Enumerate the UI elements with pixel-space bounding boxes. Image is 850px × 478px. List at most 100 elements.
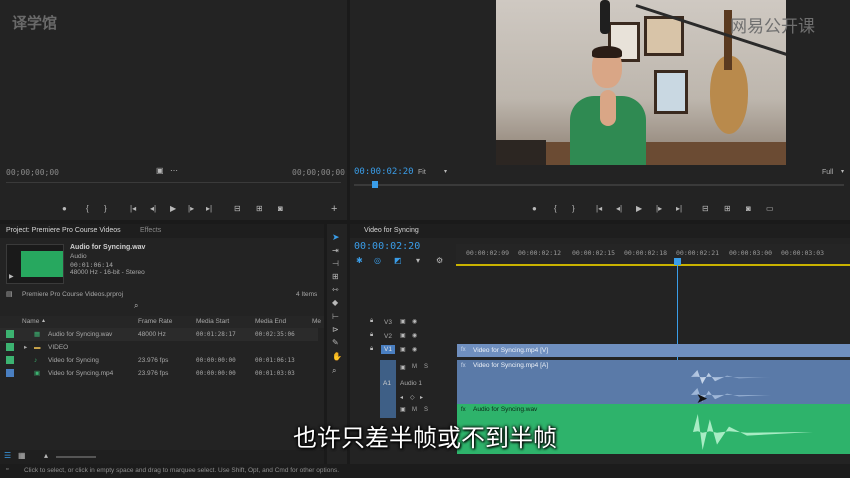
razor-tool-icon[interactable]: ◆ xyxy=(332,298,338,307)
slide-tool-icon[interactable]: ⊳ xyxy=(332,325,339,334)
quality-dropdown[interactable]: Full xyxy=(822,169,833,176)
mute-button[interactable]: M xyxy=(412,364,417,370)
go-to-out-icon[interactable]: ▸| xyxy=(206,204,212,213)
track-label-v2[interactable]: V2 xyxy=(384,333,392,340)
mark-in-icon[interactable]: { xyxy=(86,204,89,213)
label-swatch[interactable] xyxy=(6,356,14,364)
sync-lock-icon[interactable]: ▣ xyxy=(400,406,406,413)
col-media-end[interactable]: Media End xyxy=(255,318,286,325)
mark-out-icon[interactable]: } xyxy=(104,204,107,213)
prog-go-to-out-icon[interactable]: ▸| xyxy=(676,204,682,213)
prog-mark-in-icon[interactable]: { xyxy=(554,204,557,213)
track-label-v3[interactable]: V3 xyxy=(384,319,392,326)
col-name[interactable]: Name xyxy=(22,318,39,325)
solo-button[interactable]: S xyxy=(424,407,428,413)
label-swatch[interactable] xyxy=(6,369,14,377)
table-row[interactable]: ▦ Audio for Syncing.wav 48000 Hz 00:01:2… xyxy=(0,328,318,341)
work-area-bar[interactable] xyxy=(456,264,850,266)
play-icon[interactable]: ▶ xyxy=(170,204,176,213)
prog-marker-icon[interactable]: ● xyxy=(532,204,537,213)
selection-tool-icon[interactable]: ➤ xyxy=(332,232,340,243)
video-clip[interactable]: fx Video for Syncing.mp4 [V] xyxy=(457,344,850,357)
solo-button[interactable]: S xyxy=(424,364,428,370)
nest-icon[interactable]: ✱ xyxy=(356,256,363,265)
go-to-in-icon[interactable]: |◂ xyxy=(130,204,136,213)
lock-icon[interactable]: 🔒︎ xyxy=(370,332,373,339)
comparison-icon[interactable]: ▭ xyxy=(766,204,774,213)
eye-icon[interactable]: ◉ xyxy=(412,346,417,353)
slip-tool-icon[interactable]: ⊢ xyxy=(332,312,339,321)
fit-dropdown[interactable]: Fit xyxy=(418,169,426,176)
sort-chevron-up-icon[interactable]: ▴ xyxy=(42,317,45,324)
table-row[interactable]: ▸ ▬ VIDEO xyxy=(0,341,318,354)
step-back-icon[interactable]: ◂| xyxy=(150,204,156,213)
rolling-edit-tool-icon[interactable]: ⊞ xyxy=(332,272,339,281)
lock-icon[interactable]: 🔒︎ xyxy=(370,346,373,353)
program-timecode[interactable]: 00:00:02:20 xyxy=(354,167,414,177)
table-row[interactable]: ▣ Video for Syncing.mp4 23.976 fps 00:00… xyxy=(0,367,318,380)
program-timebar[interactable] xyxy=(354,184,844,186)
search-icon[interactable]: ⌕ xyxy=(134,301,138,311)
col-media-more[interactable]: Me xyxy=(312,318,321,325)
camera-icon[interactable]: ◙ xyxy=(746,204,751,213)
col-media-start[interactable]: Media Start xyxy=(196,318,229,325)
step-forward-icon[interactable]: |▸ xyxy=(188,204,194,213)
prog-step-back-icon[interactable]: ◂| xyxy=(616,204,622,213)
tab-sequence[interactable]: Video for Syncing xyxy=(358,224,425,238)
sync-lock-icon[interactable]: ▣ xyxy=(400,364,406,371)
lift-icon[interactable]: ⊟ xyxy=(702,204,709,213)
export-frame-icon[interactable]: ◙ xyxy=(278,204,283,213)
keyframe-add-icon[interactable]: ◇ xyxy=(410,394,415,401)
table-row[interactable]: ♪ Video for Syncing 23.976 fps 00:00:00:… xyxy=(0,354,318,367)
track-label-v1[interactable]: V1 xyxy=(381,345,395,354)
prog-step-forward-icon[interactable]: |▸ xyxy=(656,204,662,213)
prog-play-icon[interactable]: ▶ xyxy=(636,204,642,213)
prog-go-to-in-icon[interactable]: |◂ xyxy=(596,204,602,213)
mute-button[interactable]: M xyxy=(412,407,417,413)
keyframe-next-icon[interactable]: ▸ xyxy=(420,394,423,401)
add-button-icon[interactable]: + xyxy=(331,203,337,215)
lock-icon[interactable]: 🔒︎ xyxy=(370,318,373,325)
prog-mark-out-icon[interactable]: } xyxy=(572,204,575,213)
fit-chevron-down-icon[interactable]: ▾ xyxy=(444,168,447,175)
eye-icon[interactable]: ◉ xyxy=(412,332,417,339)
ripple-edit-tool-icon[interactable]: ⊣ xyxy=(332,259,339,268)
add-marker-icon[interactable]: ▾ xyxy=(416,256,420,265)
linked-selection-icon[interactable]: ◩ xyxy=(394,256,402,265)
sync-lock-icon[interactable]: ▣ xyxy=(400,318,406,325)
wrench-icon[interactable]: ⚙ xyxy=(436,256,443,265)
source-timebar[interactable] xyxy=(6,182,341,183)
timeline-timecode[interactable]: 00:00:02:20 xyxy=(354,241,420,252)
pen-tool-icon[interactable]: ✎ xyxy=(332,338,339,347)
program-playhead[interactable] xyxy=(372,181,378,188)
track-label-a1[interactable]: A1 xyxy=(383,380,391,387)
marker-icon[interactable]: ● xyxy=(62,204,67,213)
zoom-tool-icon[interactable]: ⌕ xyxy=(332,366,336,376)
tab-project[interactable]: Project: Premiere Pro Course Videos xyxy=(0,224,127,238)
source-timecode-left[interactable]: 00;00;00;00 xyxy=(6,168,59,177)
col-frame-rate[interactable]: Frame Rate xyxy=(138,318,172,325)
zoom-slider[interactable] xyxy=(56,456,96,458)
track-select-tool-icon[interactable]: ⇥ xyxy=(332,246,339,255)
extract-icon[interactable]: ⊞ xyxy=(724,204,731,213)
snap-icon[interactable]: ◎ xyxy=(374,256,381,265)
audio-clip-a1[interactable]: fx Video for Syncing.mp4 [A] xyxy=(457,360,850,406)
expand-chevron-right-icon[interactable]: ▸ xyxy=(24,341,27,354)
label-swatch[interactable] xyxy=(6,330,14,338)
label-swatch[interactable] xyxy=(6,343,14,351)
quality-chevron-down-icon[interactable]: ▾ xyxy=(841,168,844,175)
hand-tool-icon[interactable]: ✋ xyxy=(332,352,342,361)
tab-effects[interactable]: Effects xyxy=(134,224,167,238)
preview-play-icon[interactable]: ▶ xyxy=(9,273,14,280)
sync-lock-icon[interactable]: ▣ xyxy=(400,332,406,339)
a2-source-patch[interactable] xyxy=(380,404,396,418)
settings-icon[interactable]: ▣ xyxy=(156,166,164,175)
playhead-icon[interactable]: ⋯ xyxy=(170,166,178,175)
source-timecode-right[interactable]: 00;00;00;00 xyxy=(292,168,345,177)
preview-thumbnail[interactable]: ▶ xyxy=(6,244,64,284)
sync-lock-icon[interactable]: ▣ xyxy=(400,346,406,353)
insert-icon[interactable]: ⊟ xyxy=(234,204,241,213)
overwrite-icon[interactable]: ⊞ xyxy=(256,204,263,213)
rate-stretch-tool-icon[interactable]: ⇿ xyxy=(332,285,339,294)
keyframe-prev-icon[interactable]: ◂ xyxy=(400,394,403,401)
